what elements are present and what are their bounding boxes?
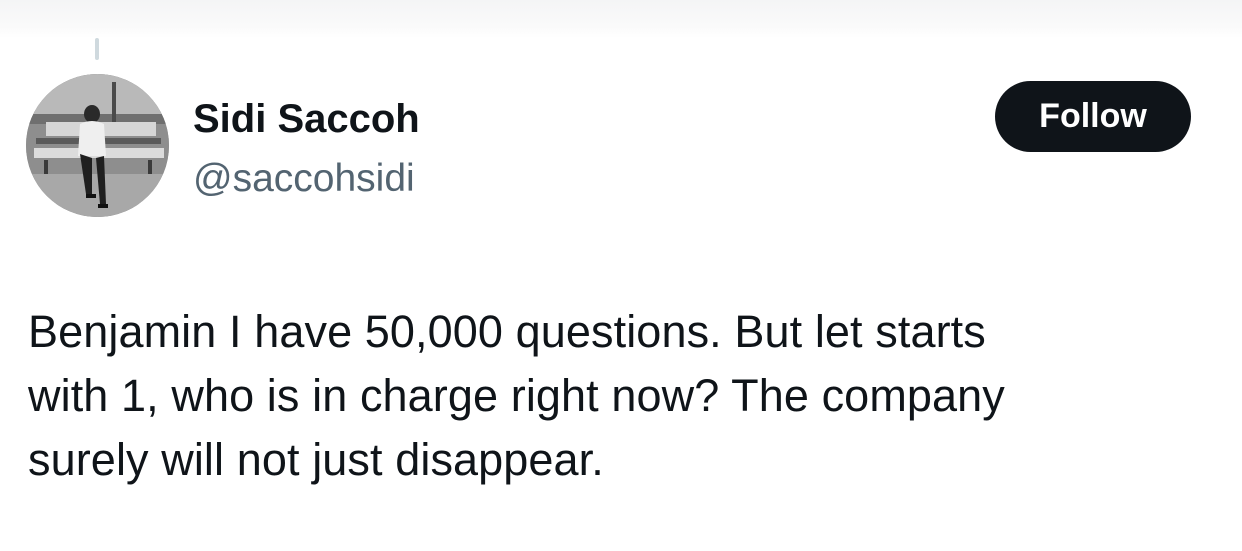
thread-connector-line	[95, 38, 99, 60]
user-avatar-photo-icon	[26, 74, 169, 217]
author-display-name[interactable]: Sidi Saccoh	[193, 96, 420, 142]
tweet-body: Benjamin I have 50,000 questions. But le…	[28, 300, 1223, 492]
avatar[interactable]	[26, 74, 169, 217]
author-handle[interactable]: @saccohsidi	[193, 156, 415, 202]
tweet-text-line: surely will not just disappear.	[28, 434, 604, 485]
follow-button[interactable]: Follow	[995, 81, 1191, 152]
tweet-text-line: with 1, who is in charge right now? The …	[28, 370, 1005, 421]
previous-post-edge	[0, 0, 1242, 38]
tweet-text-line: Benjamin I have 50,000 questions. But le…	[28, 306, 986, 357]
